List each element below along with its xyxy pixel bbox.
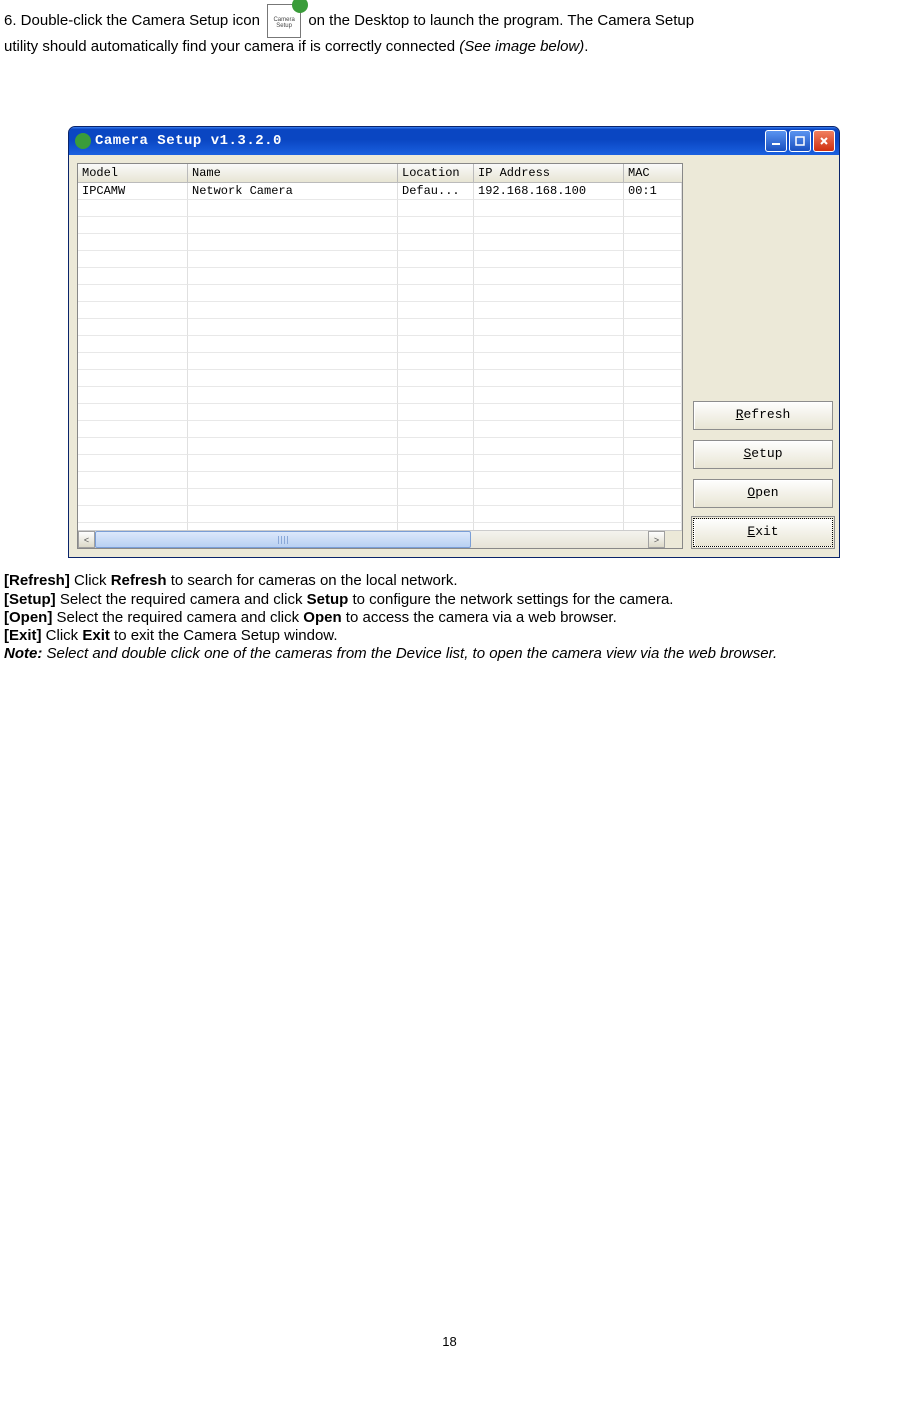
open-tag: [Open] <box>4 609 52 626</box>
cell-ip: 192.168.168.100 <box>474 183 624 200</box>
col-mac[interactable]: MAC <box>624 164 682 182</box>
open-button[interactable]: Open <box>693 479 833 508</box>
cell-mac: 00:1 <box>624 183 682 200</box>
device-table[interactable]: Model Name Location IP Address MAC IPCAM… <box>77 163 683 549</box>
exit-tag: [Exit] <box>4 627 42 644</box>
col-model[interactable]: Model <box>78 164 188 182</box>
close-button[interactable] <box>813 130 835 152</box>
table-row[interactable] <box>78 387 682 404</box>
setup-tag: [Setup] <box>4 591 56 608</box>
table-row[interactable]: IPCAMW Network Camera Defau... 192.168.1… <box>78 183 682 200</box>
table-row[interactable] <box>78 506 682 523</box>
intro-dot: . <box>584 38 588 55</box>
table-row[interactable] <box>78 217 682 234</box>
cell-location: Defau... <box>398 183 474 200</box>
col-ip[interactable]: IP Address <box>474 164 624 182</box>
table-body[interactable]: IPCAMW Network Camera Defau... 192.168.1… <box>78 183 682 530</box>
table-row[interactable] <box>78 200 682 217</box>
scroll-thumb[interactable] <box>95 531 471 548</box>
table-row[interactable] <box>78 302 682 319</box>
table-row[interactable] <box>78 234 682 251</box>
table-header: Model Name Location IP Address MAC <box>78 164 682 183</box>
table-row[interactable] <box>78 421 682 438</box>
table-row[interactable] <box>78 251 682 268</box>
titlebar[interactable]: Camera Setup v1.3.2.0 <box>69 127 839 155</box>
minimize-button[interactable] <box>765 130 787 152</box>
table-row[interactable] <box>78 268 682 285</box>
intro-text-c: utility should automatically find your c… <box>4 38 459 55</box>
refresh-tag: [Refresh] <box>4 572 70 589</box>
table-row[interactable] <box>78 319 682 336</box>
scroll-right-arrow-icon[interactable]: > <box>648 531 665 548</box>
intro-text-b: on the Desktop to launch the program. Th… <box>308 12 694 29</box>
scroll-left-arrow-icon[interactable]: < <box>78 531 95 548</box>
table-row[interactable] <box>78 523 682 530</box>
description-paragraphs: [Refresh] Click Refresh to search for ca… <box>4 572 895 663</box>
table-row[interactable] <box>78 455 682 472</box>
app-icon <box>75 133 91 149</box>
scroll-track[interactable] <box>95 531 648 548</box>
exit-button[interactable]: Exit <box>693 518 833 547</box>
button-column: Refresh Setup Open Exit <box>693 163 833 549</box>
window-title: Camera Setup v1.3.2.0 <box>95 133 765 149</box>
horizontal-scrollbar[interactable]: < > <box>78 530 682 548</box>
table-row[interactable] <box>78 353 682 370</box>
col-location[interactable]: Location <box>398 164 474 182</box>
table-row[interactable] <box>78 438 682 455</box>
page-number: 18 <box>4 1334 895 1349</box>
col-name[interactable]: Name <box>188 164 398 182</box>
intro-paragraph: 6. Double-click the Camera Setup icon Ca… <box>4 4 895 56</box>
table-row[interactable] <box>78 336 682 353</box>
intro-text-a: 6. Double-click the Camera Setup icon <box>4 12 264 29</box>
intro-text-italic: (See image below) <box>459 38 584 55</box>
refresh-button[interactable]: Refresh <box>693 401 833 430</box>
cell-model: IPCAMW <box>78 183 188 200</box>
note-tag: Note: <box>4 645 42 662</box>
cell-name: Network Camera <box>188 183 398 200</box>
table-row[interactable] <box>78 370 682 387</box>
table-row[interactable] <box>78 404 682 421</box>
camera-setup-window: Camera Setup v1.3.2.0 Model Name Locatio… <box>68 126 840 558</box>
camera-setup-desktop-icon: CameraSetup <box>267 4 301 38</box>
setup-button[interactable]: Setup <box>693 440 833 469</box>
table-row[interactable] <box>78 472 682 489</box>
table-row[interactable] <box>78 489 682 506</box>
table-row[interactable] <box>78 285 682 302</box>
scroll-corner <box>665 531 682 548</box>
maximize-button[interactable] <box>789 130 811 152</box>
